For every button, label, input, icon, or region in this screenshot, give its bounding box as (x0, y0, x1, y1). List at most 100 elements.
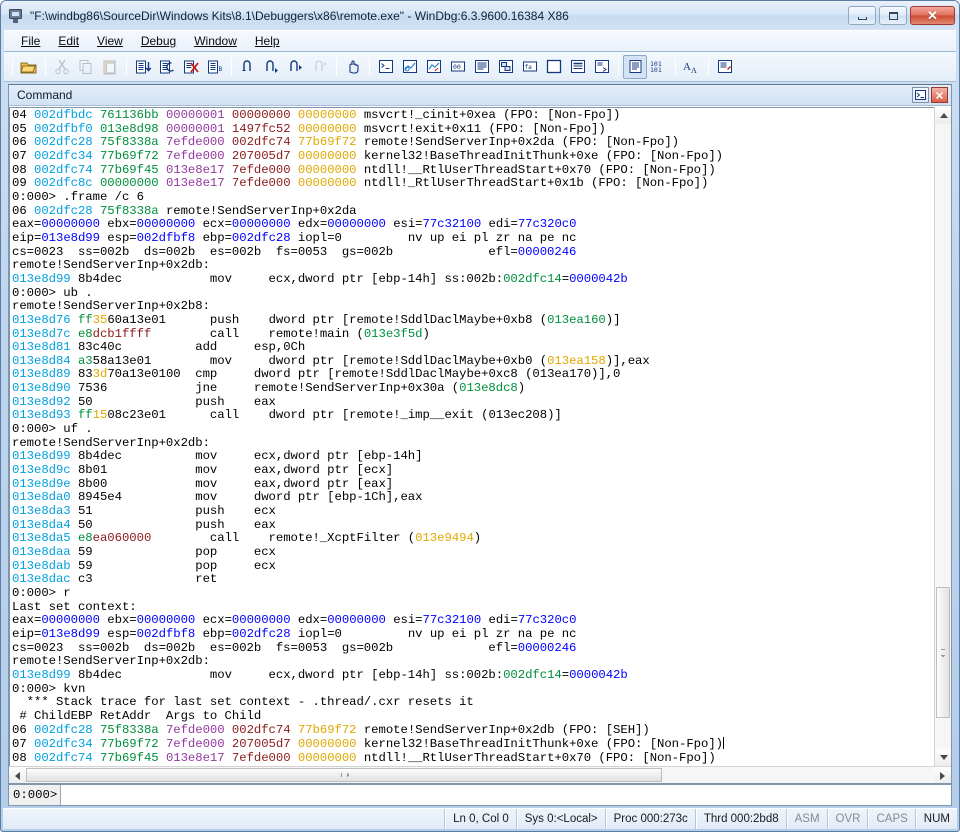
console-token: 77c32100 (422, 217, 482, 232)
console-token: 7efde000 (165, 737, 232, 752)
console-token: 00000000 (297, 148, 364, 163)
console-token: 3d (92, 367, 108, 382)
console-token: 002dfc74 (34, 750, 100, 765)
console-token: 002dfbf0 (34, 121, 100, 136)
toolbar-separator (336, 57, 337, 76)
console-token: 002dfc74 (34, 162, 100, 177)
toolbar-separator (231, 57, 232, 76)
console-token: 77c32100 (422, 613, 482, 628)
font-icon[interactable]: A A (680, 55, 704, 79)
open-source-file-icon[interactable] (17, 55, 41, 79)
console-token: 00000000 (231, 108, 298, 122)
console-token: 002dfc28 (34, 203, 100, 218)
maximize-button[interactable] (879, 6, 907, 25)
step-into-icon[interactable] (236, 55, 260, 79)
command-input[interactable] (61, 785, 951, 805)
memory-window-icon[interactable] (470, 55, 494, 79)
console-token: 77b69f45 (99, 162, 166, 177)
console-token: 75f8338a (99, 722, 166, 737)
console-token: 0000042b (569, 667, 628, 682)
console-token: 00000000 (136, 613, 196, 628)
console-token: 761136bb (99, 108, 166, 122)
menu-view[interactable]: View (88, 32, 132, 50)
status-ovr: OVR (827, 809, 869, 829)
locals-window-icon[interactable] (422, 55, 446, 79)
scroll-left-button[interactable] (9, 767, 26, 783)
list-breakpoints-icon[interactable]: B (203, 55, 227, 79)
restore-icon[interactable] (912, 87, 929, 103)
console-token: ea060000 (92, 531, 152, 546)
close-icon[interactable] (931, 87, 948, 103)
console-token: 002dfc28 (34, 722, 100, 737)
console-token: 002dfc28 (231, 626, 291, 641)
console-token: 002dfbf8 (136, 230, 196, 245)
console-token: 00000000 (231, 217, 291, 232)
command-output-pane[interactable]: 04 002dfbdc 761136bb 00000001 00000000 0… (9, 107, 934, 766)
scroll-right-button[interactable] (934, 767, 951, 783)
windbg-app-icon (8, 8, 24, 24)
console-token: 77b69f72 (99, 148, 166, 163)
menu-help-label: Help (254, 34, 280, 48)
console-token: 013e9494 (415, 531, 474, 546)
close-button[interactable]: ✕ (910, 6, 955, 25)
step-over-icon[interactable] (260, 55, 284, 79)
scroll-down-button[interactable] (935, 749, 951, 766)
registers-window-icon[interactable]: 00 (446, 55, 470, 79)
toggle-breakpoint-icon[interactable] (155, 55, 179, 79)
options-icon[interactable] (713, 55, 737, 79)
console-token: 013e8d99 (12, 271, 78, 286)
status-bar: Ln 0, Col 0 Sys 0:<Local> Proc 000:273c … (3, 808, 957, 829)
console-token: 00000001 (165, 108, 232, 122)
assembly-mode-icon[interactable]: 101 101 (647, 55, 671, 79)
watch-window-icon[interactable] (398, 55, 422, 79)
svg-text:A: A (683, 61, 691, 73)
command-window-icon[interactable] (374, 55, 398, 79)
menu-help[interactable]: Help (246, 32, 289, 50)
source-mode-icon[interactable] (623, 54, 647, 79)
console-token: e8 (77, 326, 93, 341)
console-token: 00000000 (41, 613, 100, 628)
console-token: 00000000 (327, 217, 386, 232)
command-browser-icon[interactable] (590, 55, 614, 79)
console-token: 00000000 (297, 737, 364, 752)
delete-breakpoint-icon[interactable] (179, 55, 203, 79)
vscroll-track[interactable] (935, 124, 951, 749)
hscroll-thumb[interactable] (26, 768, 662, 782)
calls-window-icon[interactable] (494, 55, 518, 79)
console-token: 75f8338a (99, 203, 166, 218)
status-bar-message (3, 809, 446, 829)
command-output-area: 04 002dfbdc 761136bb 00000001 00000000 0… (9, 107, 951, 783)
status-line-col: Ln 0, Col 0 (445, 809, 517, 829)
menu-file[interactable]: File (12, 32, 49, 50)
scroll-up-button[interactable] (935, 107, 951, 124)
menu-file-label: File (21, 34, 41, 48)
break-hand-icon[interactable] (341, 55, 365, 79)
console-token: 013e8d98 (99, 121, 166, 136)
console-token: 002dfbf8 (136, 626, 196, 641)
toolbar-separator (675, 57, 676, 76)
menu-debug[interactable]: Debug (132, 32, 185, 50)
insert-breakpoint-icon[interactable] (131, 55, 155, 79)
console-token: 00000246 (517, 640, 577, 655)
vscroll-thumb[interactable] (936, 586, 950, 718)
disassembly-window-icon[interactable]: fa (518, 55, 542, 79)
step-out-icon[interactable] (284, 55, 308, 79)
output-vertical-scrollbar[interactable] (934, 107, 951, 766)
console-token: 75f8338a (99, 135, 166, 150)
console-token: 013e8e17 (165, 750, 232, 765)
menu-window[interactable]: Window (185, 32, 246, 50)
processes-threads-icon[interactable] (566, 55, 590, 79)
command-window-caption: Command (9, 85, 951, 106)
menu-edit-label: Edit (58, 34, 80, 48)
windbg-main-window: "F:\windbg86\SourceDir\Windows Kits\8.1\… (0, 0, 960, 832)
console-token: 013e8e17 (165, 162, 232, 177)
console-token: 013e8d99 (41, 626, 100, 641)
console-token: 207005d7 (231, 737, 298, 752)
minimize-button[interactable] (848, 6, 876, 25)
menu-edit[interactable]: Edit (49, 32, 88, 50)
output-horizontal-scrollbar[interactable] (9, 766, 951, 783)
scratch-pad-icon[interactable] (542, 55, 566, 79)
console-token: 013e8d99 (41, 230, 100, 245)
hscroll-track[interactable] (26, 767, 934, 783)
svg-text:fa: fa (525, 64, 533, 71)
